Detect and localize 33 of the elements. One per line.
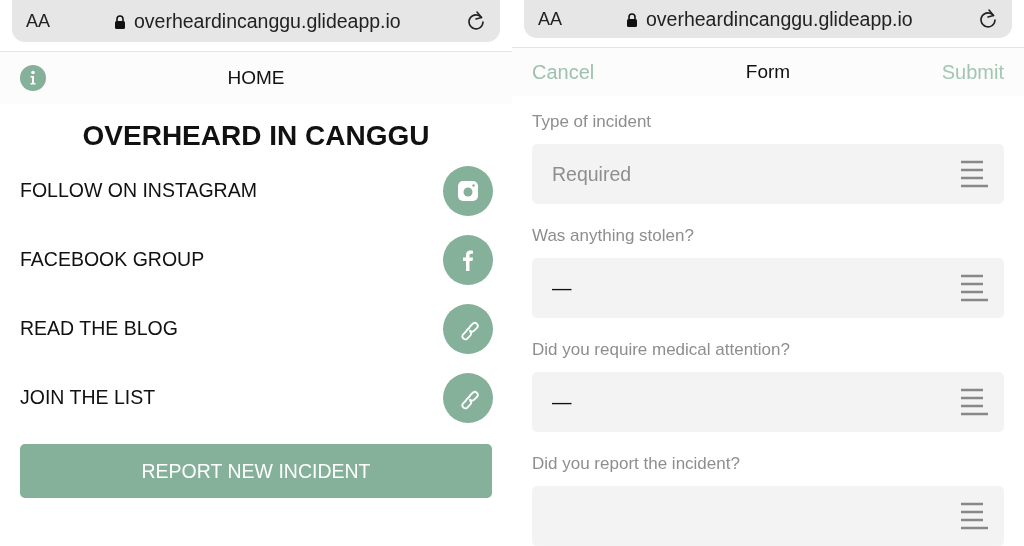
url-text: overheardincanggu.glideapp.io <box>134 9 401 33</box>
link-row[interactable]: FOLLOW ON INSTAGRAM <box>0 156 512 225</box>
lock-icon <box>114 13 126 29</box>
reload-icon[interactable] <box>978 8 998 31</box>
screen-title: HOME <box>226 67 286 89</box>
link-row[interactable]: FACEBOOK GROUP <box>0 225 512 294</box>
url-text: overheardincanggu.glideapp.io <box>646 7 913 31</box>
field-label: Did you report the incident? <box>532 453 741 475</box>
field-label: Did you require medical attention? <box>532 339 791 361</box>
field-label: Type of incident <box>532 111 653 133</box>
list-icon <box>960 388 988 416</box>
select-field[interactable]: — <box>532 258 1004 318</box>
link-button[interactable] <box>443 303 493 354</box>
text-size-button[interactable]: AA <box>538 8 598 30</box>
link-row[interactable]: JOIN THE LIST <box>0 363 512 432</box>
link-button[interactable] <box>443 372 493 423</box>
address-bar[interactable]: AA overheardincanggu.glideapp.io <box>524 0 1012 39</box>
address-bar[interactable]: AA overheardincanggu.glideapp.io <box>12 0 500 42</box>
screen-title: Form <box>744 61 792 84</box>
app-heading: OVERHEARD IN CANGGU <box>81 119 431 153</box>
select-field[interactable] <box>532 486 1004 546</box>
list-icon <box>960 274 988 302</box>
list-icon <box>960 502 988 530</box>
reload-icon[interactable] <box>466 10 486 32</box>
lock-icon <box>626 11 638 27</box>
text-size-button[interactable]: AA <box>26 10 86 32</box>
select-field[interactable]: — <box>532 372 1004 432</box>
info-icon[interactable] <box>20 65 46 91</box>
list-icon <box>960 160 988 188</box>
facebook-button[interactable] <box>443 234 493 285</box>
instagram-button[interactable] <box>443 165 493 216</box>
link-row[interactable]: READ THE BLOG <box>0 294 512 363</box>
field-label: Was anything stolen? <box>532 225 695 247</box>
